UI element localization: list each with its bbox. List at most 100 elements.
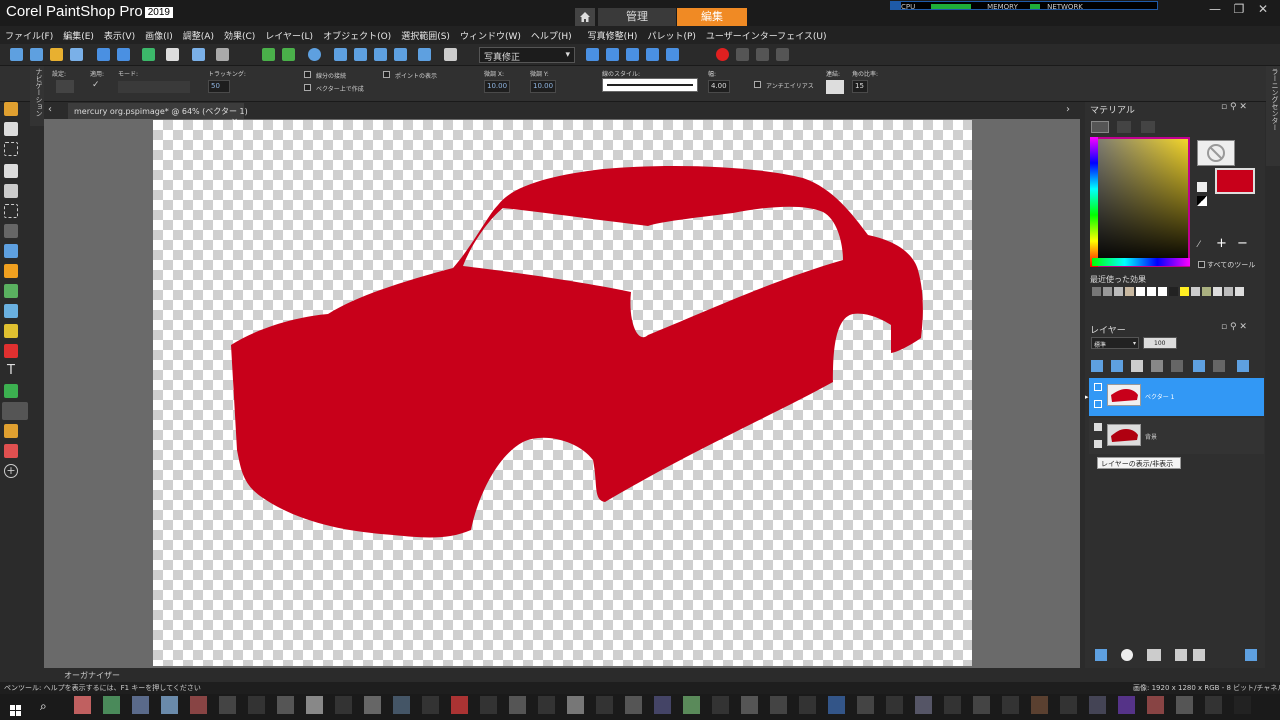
- zoom-in-icon[interactable]: [394, 48, 407, 61]
- home-tab[interactable]: [575, 8, 595, 26]
- tracking-input[interactable]: 50: [208, 80, 230, 93]
- save-script-icon[interactable]: [776, 48, 789, 61]
- taskbar-app-icon[interactable]: [1089, 696, 1106, 714]
- taskbar-app-icon[interactable]: [422, 696, 439, 714]
- copy-icon[interactable]: [216, 48, 229, 61]
- lock-icon[interactable]: [1094, 440, 1102, 448]
- recent-color-swatch[interactable]: [1169, 287, 1178, 296]
- recent-color-swatch[interactable]: [1213, 287, 1222, 296]
- recent-color-swatch[interactable]: [1224, 287, 1233, 296]
- hue-strip[interactable]: [1090, 137, 1098, 267]
- stop-script-icon[interactable]: [646, 48, 659, 61]
- show-nodes-checkbox[interactable]: [383, 71, 390, 78]
- taskbar-app-icon[interactable]: [857, 696, 874, 714]
- background-swatch[interactable]: [1197, 140, 1235, 166]
- paint-brush-tool-icon[interactable]: [4, 264, 18, 278]
- layers-panel-controls[interactable]: ▫ ⚲ ✕: [1221, 322, 1247, 332]
- actual-size-icon[interactable]: [334, 48, 347, 61]
- recent-color-swatch[interactable]: [1103, 287, 1112, 296]
- menu-objects[interactable]: オブジェクト(O): [318, 26, 396, 42]
- mask-layer-icon[interactable]: [1171, 360, 1183, 372]
- taskbar-app-icon[interactable]: [538, 696, 555, 714]
- menu-photo-fix[interactable]: 写真修整(H): [583, 26, 643, 42]
- pen-tool-icon[interactable]: [2, 402, 28, 420]
- menu-effects[interactable]: 効果(C): [219, 26, 260, 42]
- recent-color-swatch[interactable]: [1125, 287, 1134, 296]
- red-eye-tool-icon[interactable]: [4, 224, 18, 238]
- taskbar-app-icon[interactable]: [828, 696, 845, 714]
- taskbar-app-icon[interactable]: [451, 696, 468, 714]
- taskbar-app-icon[interactable]: [712, 696, 729, 714]
- opacity-input[interactable]: 100: [1143, 337, 1177, 349]
- swatches-icon[interactable]: [1141, 121, 1155, 133]
- pan-tool-icon[interactable]: [4, 102, 18, 116]
- maximize-button[interactable]: ❐: [1228, 2, 1250, 18]
- print-icon[interactable]: [166, 48, 179, 61]
- edit-script-icon[interactable]: [626, 48, 639, 61]
- taskbar-app-icon[interactable]: [1205, 696, 1222, 714]
- undo-history-icon[interactable]: [192, 48, 205, 61]
- taskbar-app-icon[interactable]: [973, 696, 990, 714]
- taskbar-app-icon[interactable]: [915, 696, 932, 714]
- organizer-bar[interactable]: オーガナイザー: [44, 668, 1080, 682]
- lock-icon[interactable]: [1094, 400, 1102, 408]
- taskbar-app-icon[interactable]: [625, 696, 642, 714]
- taskbar-app-icon[interactable]: [509, 696, 526, 714]
- miter-input[interactable]: 15: [852, 80, 868, 93]
- photo-fix-dropdown[interactable]: 写真修正 ▾: [479, 47, 575, 63]
- visibility-icon[interactable]: [1147, 649, 1161, 661]
- open-folder-icon[interactable]: [50, 48, 63, 61]
- chevron-right-icon[interactable]: ›: [1066, 104, 1070, 115]
- new-vector-layer-icon[interactable]: [1111, 360, 1123, 372]
- replacer-tool-icon[interactable]: [4, 284, 18, 298]
- run-script-icon[interactable]: [606, 48, 619, 61]
- layer-blend-icon[interactable]: [1121, 649, 1133, 661]
- recent-color-swatch[interactable]: [1235, 287, 1244, 296]
- menu-edit[interactable]: 編集(E): [58, 26, 99, 42]
- add-tool-icon[interactable]: +: [4, 464, 18, 478]
- new-layer-group-icon[interactable]: [1095, 649, 1107, 661]
- delete-layer-icon[interactable]: [1193, 649, 1205, 661]
- taskbar-app-icon[interactable]: [1234, 696, 1251, 714]
- image-canvas[interactable]: [153, 120, 972, 666]
- pick-tool-icon[interactable]: [4, 122, 18, 136]
- zoom-out-icon[interactable]: [374, 48, 387, 61]
- taskbar-app-icon[interactable]: [1176, 696, 1193, 714]
- taskbar-app-icon[interactable]: [886, 696, 903, 714]
- crop-tool-icon[interactable]: [4, 184, 18, 198]
- taskbar-app-icon[interactable]: [741, 696, 758, 714]
- navigation-palette-tab[interactable]: ナビゲーション: [30, 66, 44, 126]
- taskbar-app-icon[interactable]: [306, 696, 323, 714]
- swap-colors-icon[interactable]: [1197, 182, 1207, 192]
- rainbow-icon[interactable]: [1117, 121, 1131, 133]
- adjustment-layer-icon[interactable]: [1151, 360, 1163, 372]
- recent-color-swatch[interactable]: [1158, 287, 1167, 296]
- windows-start-icon[interactable]: [10, 701, 21, 716]
- layer-style-icon[interactable]: [1237, 360, 1249, 372]
- taskbar-app-icon[interactable]: [248, 696, 265, 714]
- search-icon[interactable]: ⌕: [40, 699, 54, 713]
- document-tab[interactable]: mercury org.pspimage* @ 64% (ベクター 1) ✕: [68, 103, 248, 126]
- join-style-picker[interactable]: [826, 80, 844, 94]
- preset-picker[interactable]: [56, 80, 74, 93]
- all-tools-checkbox[interactable]: [1198, 261, 1205, 268]
- dodge-tool-icon[interactable]: [4, 304, 18, 318]
- offset-x-input[interactable]: 10.00: [484, 80, 510, 93]
- pause-icon[interactable]: [736, 48, 749, 61]
- text-tool-icon[interactable]: T: [4, 364, 18, 378]
- menu-selections[interactable]: 選択範囲(S): [396, 26, 455, 42]
- taskbar-app-icon[interactable]: [1118, 696, 1135, 714]
- taskbar-app-icon[interactable]: [132, 696, 149, 714]
- taskbar-app-icon[interactable]: [277, 696, 294, 714]
- recent-color-swatch[interactable]: [1136, 287, 1145, 296]
- width-input[interactable]: 4.00: [708, 80, 730, 93]
- taskbar-app-icon[interactable]: [219, 696, 236, 714]
- new-art-layer-icon[interactable]: [1131, 360, 1143, 372]
- minimize-button[interactable]: —: [1204, 2, 1226, 18]
- save-icon[interactable]: [97, 48, 110, 61]
- fill-tool-icon[interactable]: [4, 324, 18, 338]
- taskbar-app-icon[interactable]: [1060, 696, 1077, 714]
- merge-layers-icon[interactable]: [1175, 649, 1187, 661]
- fit-window-icon[interactable]: [354, 48, 367, 61]
- recent-color-swatch[interactable]: [1202, 287, 1211, 296]
